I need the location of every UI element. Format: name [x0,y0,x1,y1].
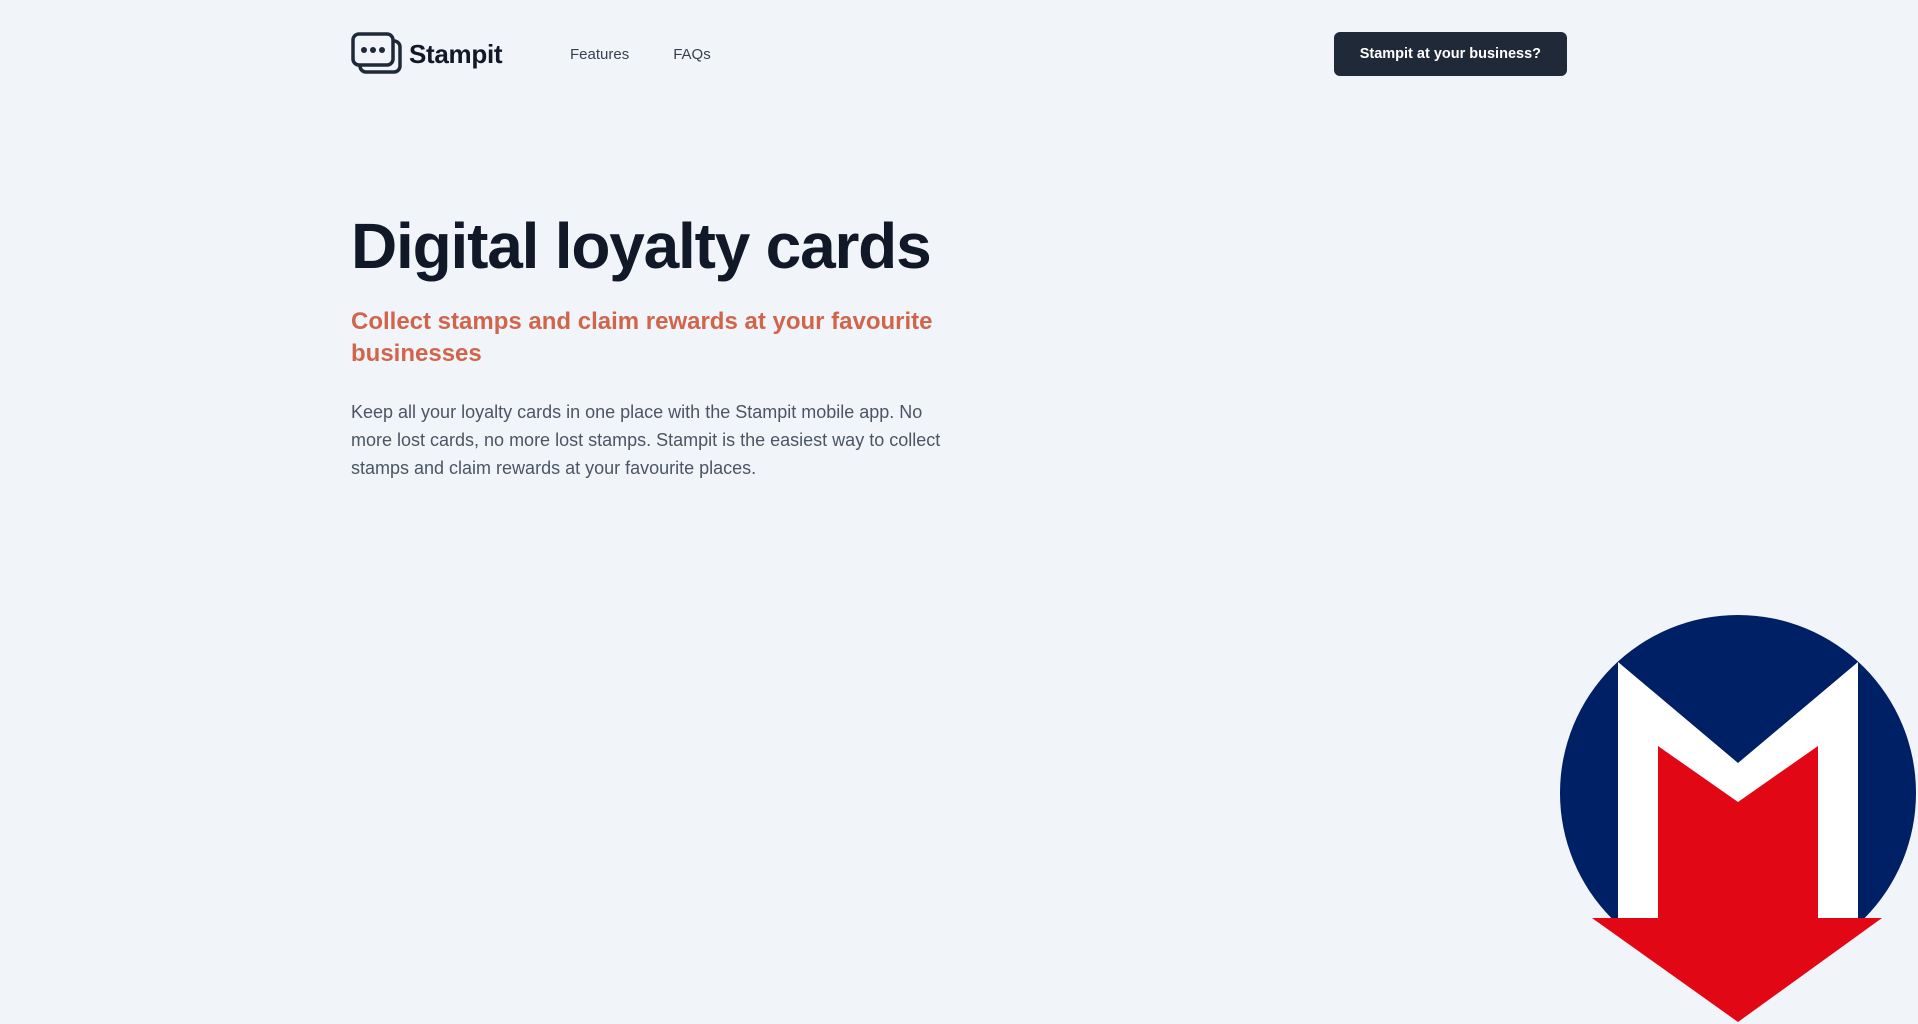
hero-title: Digital loyalty cards [351,210,932,282]
hero-description: Keep all your loyalty cards in one place… [351,402,941,478]
nav-link-features[interactable]: Features [570,46,629,63]
metro-m-arrow-logo [1556,612,1918,1024]
logo-text: Stampit [409,38,503,69]
card-stack-icon [351,32,403,76]
logo-link[interactable]: Stampit [351,32,503,76]
nav-link-faqs[interactable]: FAQs [673,46,711,63]
business-cta-button[interactable]: Stampit at your business? [1333,32,1567,76]
main-nav: Features FAQs [570,32,755,76]
hero-section: Digital loyalty cards Collect stamps and… [351,208,991,482]
hero-subtitle: Collect stamps and claim rewards at your… [351,308,933,367]
site-header: Stampit Features FAQs Stampit at your bu… [351,32,1567,76]
